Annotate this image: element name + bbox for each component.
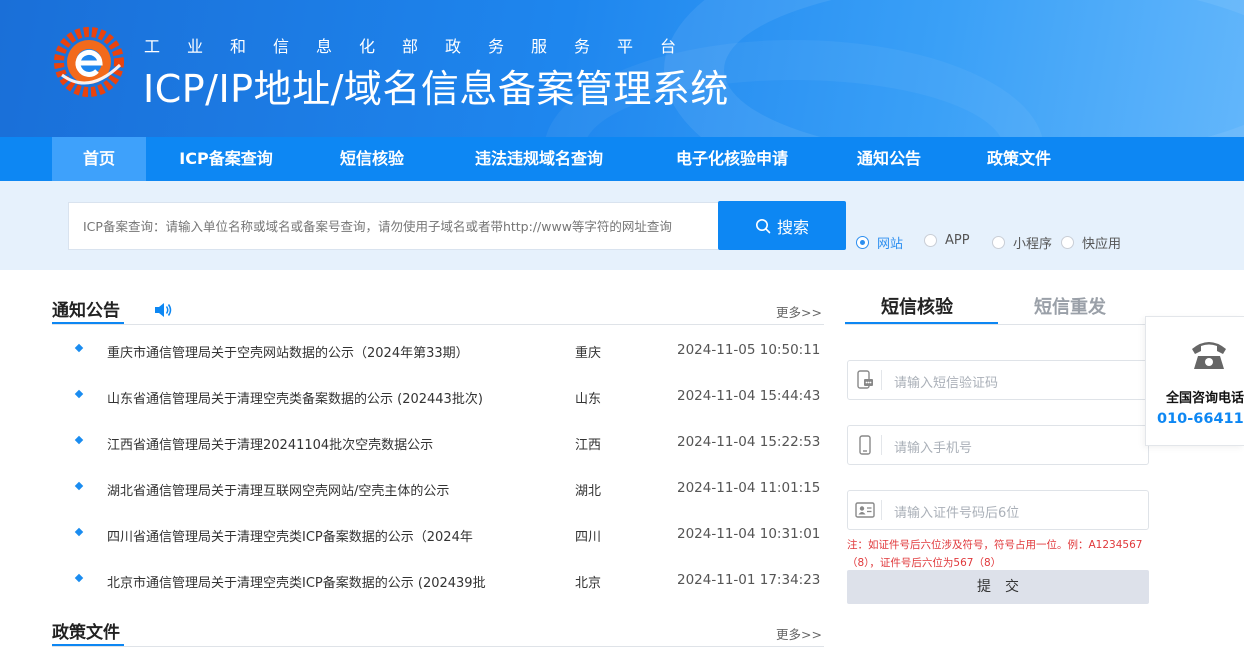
search-icon	[755, 218, 771, 233]
notice-row[interactable]: 四川省通信管理局关于清理空壳类ICP备案数据的公示（2024年 四川 2024-…	[52, 514, 824, 560]
sms-code-placeholder: 请输入短信验证码	[894, 376, 999, 391]
nav-item-illegal-domain[interactable]: 违法违规域名查询	[452, 137, 626, 181]
radio-button[interactable]	[1061, 236, 1074, 249]
notice-row[interactable]: 山东省通信管理局关于清理空壳类备案数据的公示 (202443批次) 山东 202…	[52, 376, 824, 422]
page-title: ICP/IP地址/域名信息备案管理系统	[143, 67, 729, 111]
telephone-icon	[1192, 342, 1226, 369]
radio-label: 网站	[877, 237, 904, 252]
id-number-note: 注：如证件号后六位涉及符号，符号占用一位。例：A1234567（8），证件号后六…	[847, 539, 1143, 569]
mobile-phone-icon	[848, 426, 881, 464]
notice-time: 2024-11-04 10:31:01	[677, 526, 821, 542]
bullet-icon	[74, 343, 84, 353]
contact-card: 全国咨询电话 010-66411166	[1145, 316, 1244, 446]
notice-province: 江西	[575, 438, 602, 453]
notice-province: 重庆	[575, 346, 602, 361]
notice-title[interactable]: 重庆市通信管理局关于空壳网站数据的公示（2024年第33期）	[107, 342, 517, 361]
section-underline	[52, 322, 124, 324]
phone-placeholder: 请输入手机号	[894, 441, 973, 456]
phone-field[interactable]: 请输入手机号	[847, 425, 1149, 465]
bullet-icon	[74, 389, 84, 399]
notice-row[interactable]: 重庆市通信管理局关于空壳网站数据的公示（2024年第33期） 重庆 2024-1…	[52, 330, 824, 376]
site-header: 工业和信息化部政务服务平台 ICP/IP地址/域名信息备案管理系统	[0, 0, 1244, 137]
radio-website[interactable]: 网站	[856, 233, 903, 252]
header-subtitle: 工业和信息化部政务服务平台	[144, 37, 704, 56]
notice-title[interactable]: 江西省通信管理局关于清理20241104批次空壳数据公示	[107, 434, 517, 453]
field-separator	[881, 500, 882, 520]
radio-app[interactable]: APP	[924, 233, 970, 248]
tab-sms-verify[interactable]: 短信核验	[881, 293, 953, 319]
radio-label: 小程序	[1013, 237, 1053, 252]
notice-row[interactable]: 江西省通信管理局关于清理20241104批次空壳数据公示 江西 2024-11-…	[52, 422, 824, 468]
field-separator	[881, 370, 882, 390]
sms-code-field[interactable]: 请输入短信验证码	[847, 360, 1149, 400]
bullet-icon	[74, 573, 84, 583]
sms-code-icon	[848, 361, 881, 399]
notice-time: 2024-11-01 17:34:23	[677, 572, 821, 588]
search-input[interactable]	[68, 202, 718, 250]
miit-logo-icon	[54, 27, 124, 97]
notice-time: 2024-11-04 15:22:53	[677, 434, 821, 450]
notice-time: 2024-11-04 15:44:43	[677, 388, 821, 404]
notice-title[interactable]: 四川省通信管理局关于清理空壳类ICP备案数据的公示（2024年	[107, 526, 517, 545]
id-number-field[interactable]: 请输入证件号码后6位	[847, 490, 1149, 530]
notices-more-link[interactable]: 更多>>	[776, 302, 822, 321]
divider	[52, 324, 824, 325]
radio-label: 快应用	[1082, 237, 1122, 252]
notice-time: 2024-11-04 11:01:15	[677, 480, 821, 496]
search-button-label: 搜索	[776, 217, 809, 237]
nav-item-home[interactable]: 首页	[52, 137, 146, 181]
notice-province: 湖北	[575, 484, 602, 499]
radio-quick-app[interactable]: 快应用	[1061, 233, 1121, 252]
radio-button[interactable]	[992, 236, 1005, 249]
nav-item-sms-verify[interactable]: 短信核验	[318, 137, 426, 181]
divider	[845, 324, 1151, 325]
policies-more-link[interactable]: 更多>>	[776, 624, 822, 643]
notices-title: 通知公告	[52, 301, 120, 321]
notice-title[interactable]: 山东省通信管理局关于清理空壳类备案数据的公示 (202443批次)	[107, 388, 517, 407]
radio-button[interactable]	[924, 234, 937, 247]
main-nav: 首页 ICP备案查询 短信核验 违法违规域名查询 电子化核验申请 通知公告 政策…	[0, 137, 1244, 181]
radio-mini-program[interactable]: 小程序	[992, 233, 1052, 252]
submit-button[interactable]: 提交	[847, 570, 1149, 604]
bullet-icon	[74, 527, 84, 537]
nav-item-notices[interactable]: 通知公告	[836, 137, 942, 181]
divider	[52, 646, 824, 647]
radio-button[interactable]	[856, 236, 869, 249]
tab-sms-resend[interactable]: 短信重发	[1034, 293, 1106, 319]
notice-row[interactable]: 湖北省通信管理局关于清理互联网空壳网站/空壳主体的公示 湖北 2024-11-0…	[52, 468, 824, 514]
nav-item-e-verify[interactable]: 电子化核验申请	[654, 137, 810, 181]
notice-province: 北京	[575, 576, 602, 591]
policies-title: 政策文件	[52, 623, 120, 643]
notice-time: 2024-11-05 10:50:11	[677, 342, 821, 358]
radio-label: APP	[945, 233, 970, 248]
contact-title: 全国咨询电话	[1166, 391, 1244, 406]
nav-item-icp-query[interactable]: ICP备案查询	[158, 137, 294, 181]
field-separator	[881, 435, 882, 455]
contact-number: 010-66411166	[1157, 411, 1244, 427]
notice-province: 山东	[575, 392, 602, 407]
bullet-icon	[74, 435, 84, 445]
search-button[interactable]: 搜索	[718, 201, 846, 250]
id-number-placeholder: 请输入证件号码后6位	[894, 506, 1020, 521]
speaker-icon	[155, 303, 172, 317]
section-underline	[52, 644, 124, 646]
id-card-icon	[848, 491, 881, 529]
bullet-icon	[74, 481, 84, 491]
tab-underline	[845, 322, 998, 324]
notice-province: 四川	[575, 530, 602, 545]
notice-row[interactable]: 北京市通信管理局关于清理空壳类ICP备案数据的公示 (202439批 北京 20…	[52, 560, 824, 606]
search-band: 搜索 网站 APP 小程序 快应用	[0, 181, 1244, 270]
notice-title[interactable]: 湖北省通信管理局关于清理互联网空壳网站/空壳主体的公示	[107, 480, 517, 499]
notice-title[interactable]: 北京市通信管理局关于清理空壳类ICP备案数据的公示 (202439批	[107, 572, 517, 591]
nav-item-policies[interactable]: 政策文件	[966, 137, 1072, 181]
